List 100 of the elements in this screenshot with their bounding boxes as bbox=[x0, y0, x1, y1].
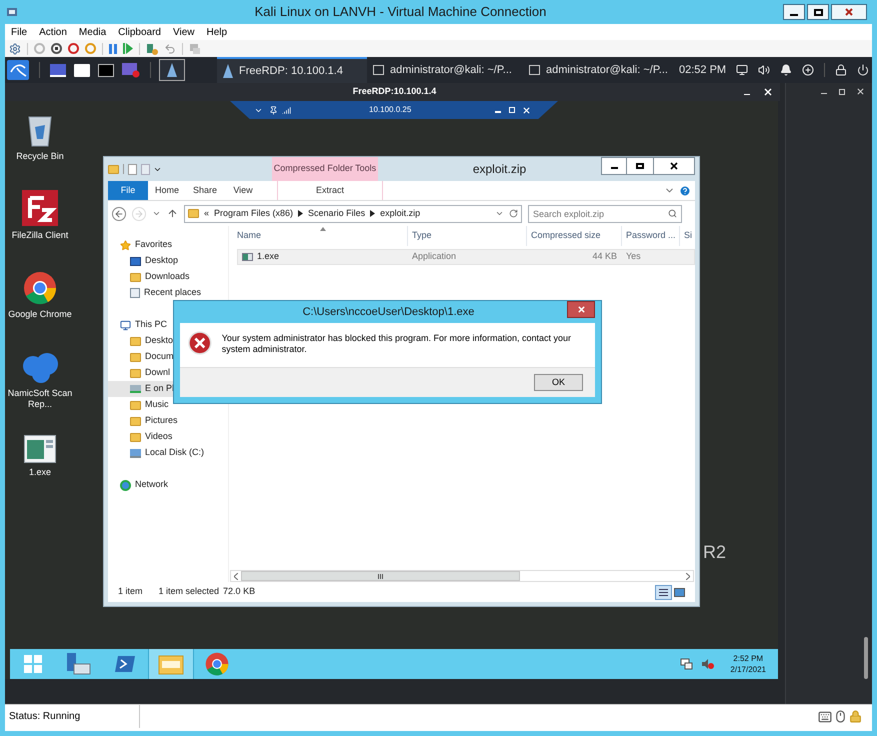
close-icon[interactable] bbox=[857, 88, 864, 95]
bell-icon[interactable] bbox=[780, 64, 792, 76]
recent-locations-icon[interactable] bbox=[152, 209, 161, 218]
ribbon-tab[interactable]: Share bbox=[186, 181, 224, 200]
menu-item[interactable]: File bbox=[11, 24, 28, 40]
network-icon[interactable] bbox=[680, 658, 694, 670]
muted-speaker-icon[interactable] bbox=[701, 658, 714, 670]
nav-item[interactable]: This PC bbox=[108, 317, 228, 333]
display-icon[interactable] bbox=[736, 64, 748, 76]
ok-button[interactable]: OK bbox=[534, 374, 583, 391]
search-field[interactable]: Search exploit.zip bbox=[528, 204, 682, 222]
column-header[interactable]: Password ... bbox=[621, 226, 679, 246]
maximize-button[interactable] bbox=[807, 4, 829, 20]
file-row[interactable]: 1.exe Application 44 KB Yes bbox=[237, 249, 695, 265]
network-icon bbox=[120, 480, 131, 490]
nav-item[interactable]: Recent places bbox=[108, 285, 228, 301]
nav-item[interactable]: Pictures bbox=[108, 413, 228, 429]
power-icon[interactable] bbox=[857, 64, 870, 76]
column-header[interactable]: Si bbox=[679, 226, 695, 246]
menu-item[interactable]: Clipboard bbox=[118, 24, 161, 40]
play-icon[interactable] bbox=[123, 43, 133, 54]
close-button[interactable] bbox=[653, 157, 695, 175]
desktop-icon-label[interactable]: Recycle Bin bbox=[7, 151, 73, 162]
minimize-button[interactable] bbox=[601, 157, 627, 175]
menu-item[interactable]: Action bbox=[39, 24, 67, 40]
error-message: Your system administrator has blocked this program. For more information, contact your system administrator. bbox=[222, 333, 572, 355]
caret-icon[interactable] bbox=[495, 209, 504, 218]
ribbon-tab[interactable]: Home bbox=[148, 181, 186, 200]
thumbnail-view-button[interactable] bbox=[674, 588, 685, 596]
menu-item[interactable]: Media bbox=[78, 24, 106, 40]
up-button[interactable] bbox=[167, 208, 178, 219]
ribbon-tab[interactable]: Extract bbox=[277, 181, 383, 200]
checkpoint-icon[interactable] bbox=[146, 42, 158, 54]
column-header[interactable]: Name bbox=[233, 226, 407, 246]
column-header[interactable]: Compressed size bbox=[526, 226, 621, 246]
close-button[interactable] bbox=[567, 301, 595, 318]
lock-icon[interactable] bbox=[835, 64, 848, 76]
desktop-icon-label[interactable]: NamicSoft Scan Rep... bbox=[7, 388, 73, 410]
folder-icon bbox=[108, 164, 119, 174]
breadcrumb[interactable]: Program Files (x86) bbox=[214, 206, 294, 220]
terminal-icon bbox=[529, 65, 540, 75]
nav-item[interactable]: Downl bbox=[108, 365, 228, 381]
close-button[interactable] bbox=[831, 4, 867, 20]
menu-item[interactable]: Help bbox=[206, 24, 228, 40]
taskbar-item[interactable]: FreeRDP: 10.100.1.4 bbox=[217, 57, 367, 83]
menu-item[interactable]: View bbox=[172, 24, 194, 40]
restore-button[interactable] bbox=[509, 107, 515, 113]
nav-item[interactable]: Local Disk (C:) bbox=[108, 445, 228, 461]
minimize-button[interactable] bbox=[783, 4, 805, 20]
volume-icon[interactable] bbox=[758, 64, 770, 76]
taskbar-item[interactable]: administrator@kali: ~/P... bbox=[523, 57, 679, 83]
column-header[interactable]: Type bbox=[407, 226, 526, 246]
nav-item[interactable]: Network bbox=[108, 477, 228, 493]
nav-item[interactable]: Videos bbox=[108, 429, 228, 445]
taskbar-clock[interactable]: 2:52 PM 2/17/2021 bbox=[730, 653, 766, 675]
scroll-left-icon[interactable] bbox=[234, 572, 238, 580]
scrollbar-thumb[interactable] bbox=[864, 637, 868, 679]
horizontal-scrollbar[interactable] bbox=[230, 570, 694, 582]
maximize-button[interactable] bbox=[627, 157, 653, 175]
nav-item[interactable]: Music bbox=[108, 397, 228, 413]
taskbar-item[interactable]: administrator@kali: ~/P... bbox=[367, 57, 523, 83]
folder-icon[interactable] bbox=[74, 64, 90, 76]
ribbon-tab[interactable]: File bbox=[108, 181, 148, 200]
browser-icon bbox=[23, 271, 57, 305]
settings-icon[interactable] bbox=[9, 42, 21, 54]
chevron-right-icon bbox=[298, 210, 304, 217]
terminal-icon[interactable] bbox=[98, 64, 114, 76]
desktop-icon-label[interactable]: Google Chrome bbox=[7, 309, 73, 320]
address-bar[interactable]: « Program Files (x86) Scenario Files exploit.zip bbox=[184, 204, 522, 222]
recorder-icon[interactable] bbox=[122, 62, 140, 78]
desktop-icon-label[interactable]: FileZilla Client bbox=[7, 230, 73, 241]
clock: 02:52 PM bbox=[679, 62, 726, 78]
pause-icon[interactable] bbox=[109, 44, 117, 54]
undo-icon[interactable] bbox=[164, 42, 176, 54]
properties-icon[interactable] bbox=[128, 164, 137, 174]
refresh-icon[interactable] bbox=[509, 209, 518, 218]
back-button[interactable] bbox=[112, 206, 126, 220]
app-launcher-button[interactable] bbox=[159, 59, 185, 81]
terminal-icon bbox=[114, 655, 136, 673]
help-icon[interactable] bbox=[679, 184, 691, 196]
pin-icon[interactable] bbox=[269, 106, 278, 114]
close-icon bbox=[670, 162, 678, 170]
breadcrumb[interactable]: exploit.zip bbox=[380, 206, 420, 220]
desktop-icon-label[interactable]: 1.exe bbox=[7, 467, 73, 478]
nav-item[interactable]: Downloads bbox=[108, 269, 228, 285]
workspace-icon[interactable] bbox=[50, 64, 66, 76]
keyboard-icon bbox=[818, 710, 832, 724]
ribbon-tab[interactable]: View bbox=[224, 181, 262, 200]
item-count: 1 item bbox=[118, 585, 143, 598]
nav-item[interactable]: Favorites bbox=[108, 237, 228, 253]
breadcrumb[interactable]: Scenario Files bbox=[308, 206, 366, 220]
scroll-right-icon[interactable] bbox=[686, 572, 690, 580]
stop-icon[interactable] bbox=[51, 43, 62, 54]
sort-icon bbox=[320, 227, 326, 231]
terminal-icon bbox=[373, 65, 384, 75]
details-view-button[interactable] bbox=[655, 584, 672, 600]
plus-icon[interactable] bbox=[802, 64, 814, 76]
scrollbar-thumb[interactable] bbox=[241, 571, 520, 581]
status-text: Status: Running bbox=[5, 705, 140, 728]
nav-item[interactable]: Desktop bbox=[108, 253, 228, 269]
